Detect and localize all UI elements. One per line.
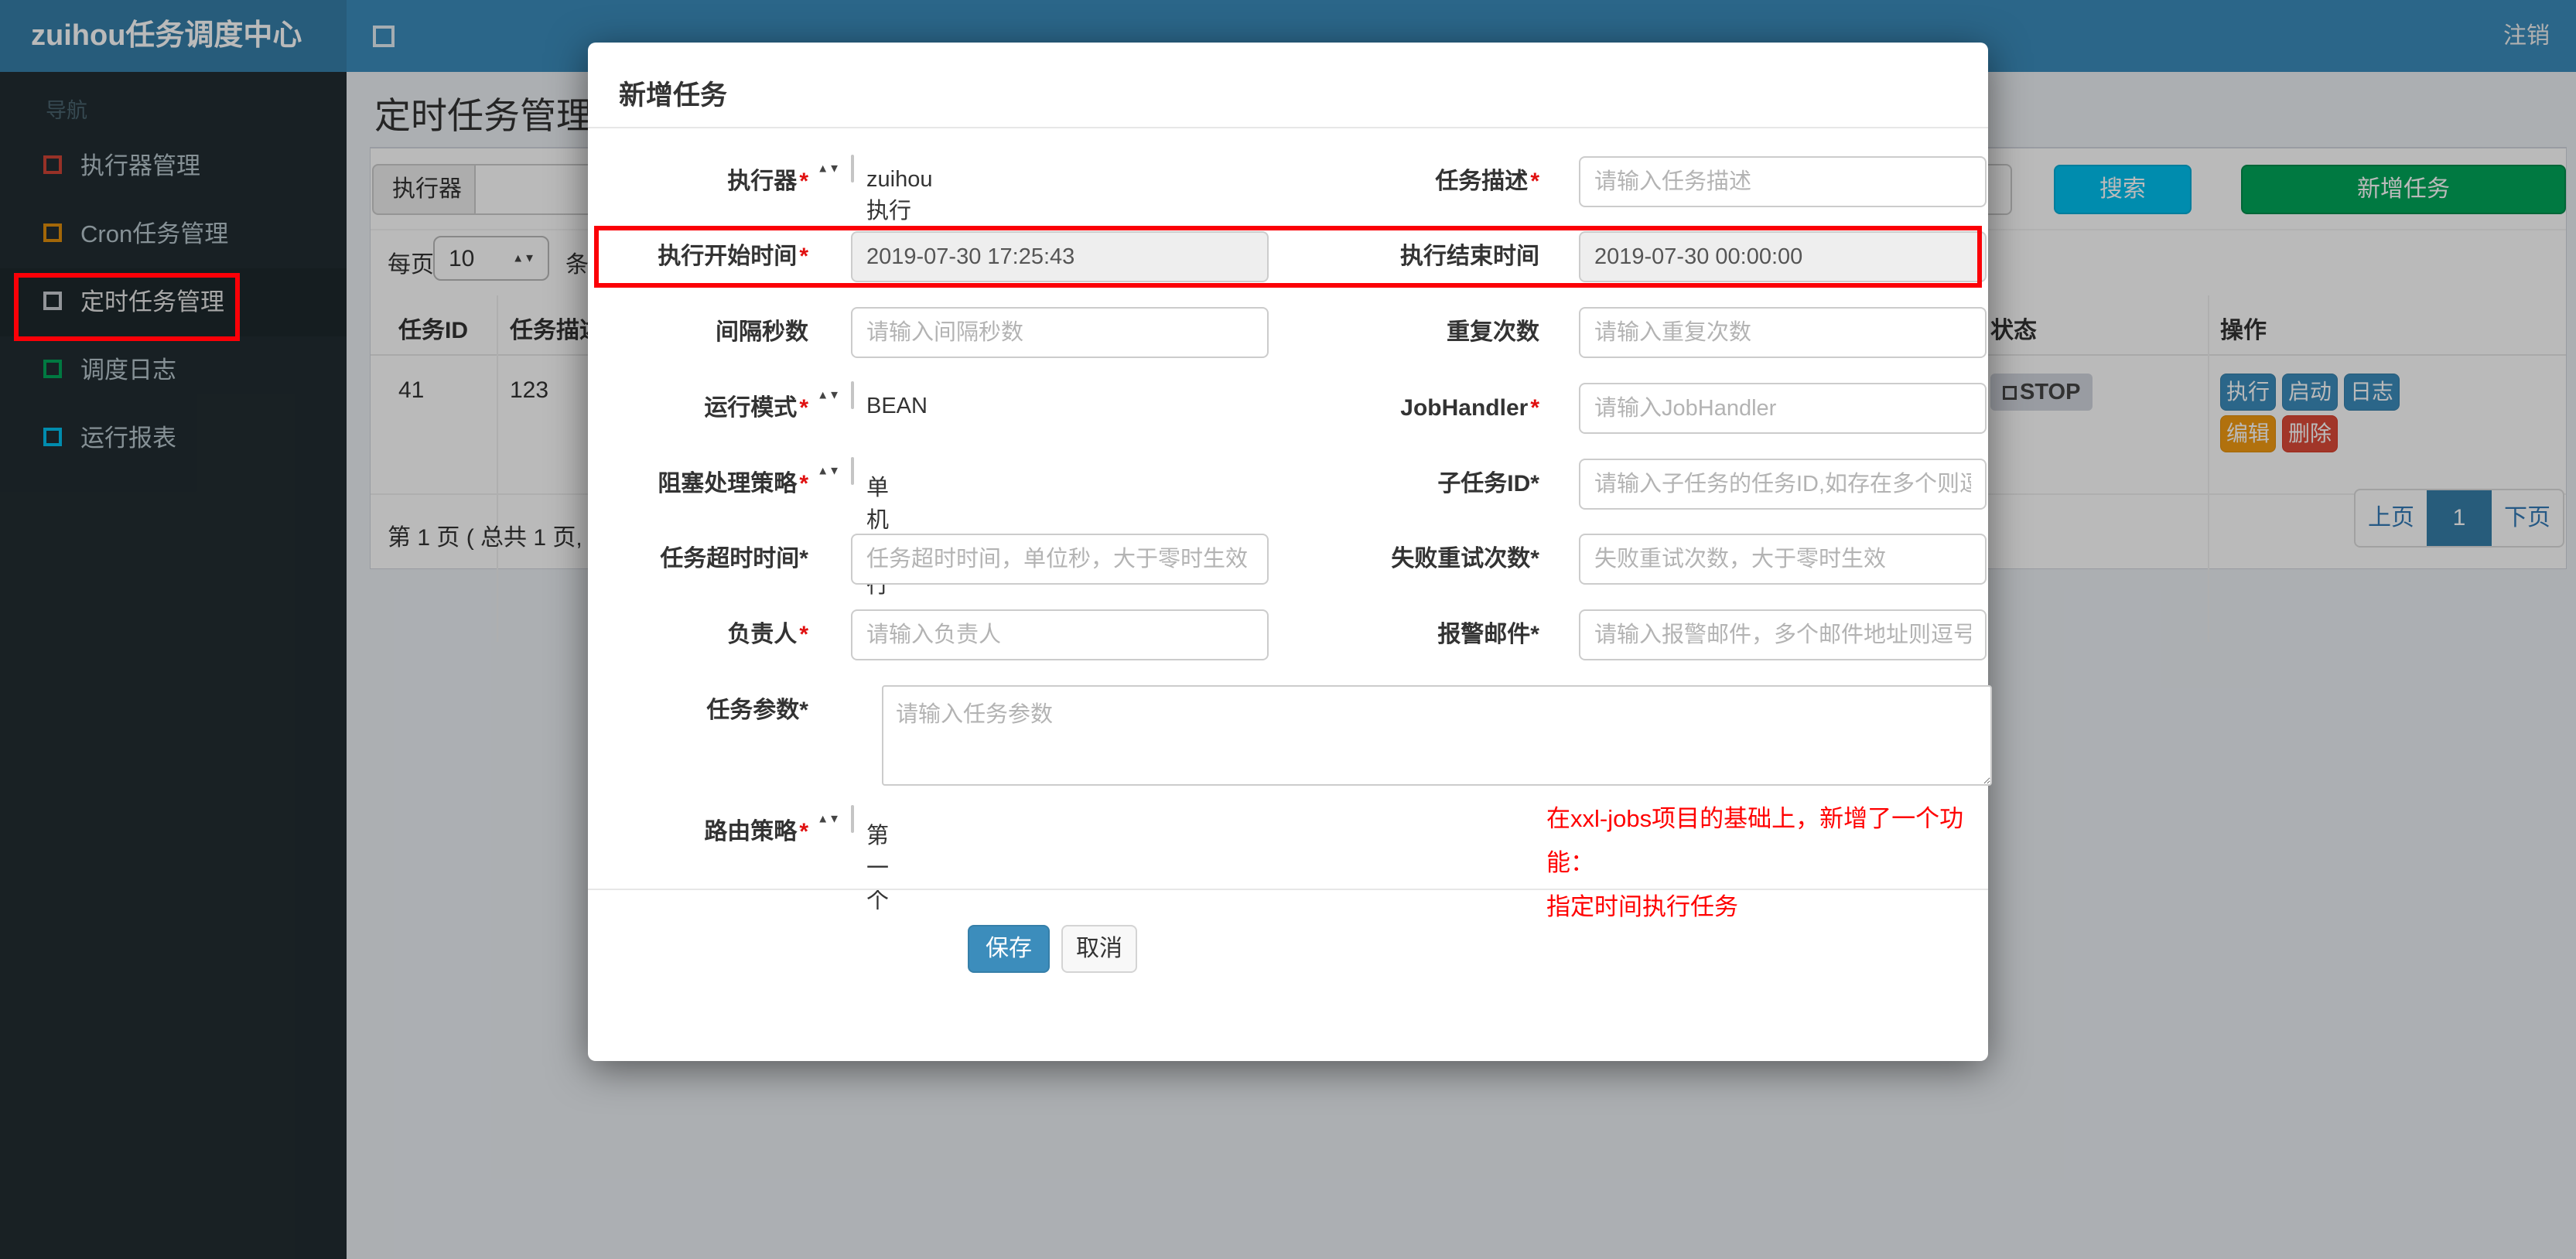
author-input[interactable]: [851, 609, 1269, 660]
repeat-count-label: 重复次数: [1447, 319, 1539, 345]
repeat-count-input[interactable]: [1579, 307, 1987, 358]
block-strategy-label: 阻塞处理策略 *: [658, 471, 808, 496]
select-arrows-icon: ▲▼: [817, 388, 840, 402]
feature-note-line1: 在xxl-jobs项目的基础上，新增了一个功能：: [1546, 805, 1964, 876]
feature-note-line2: 指定时间执行任务: [1546, 893, 1738, 920]
start-time-label: 执行开始时间 *: [658, 244, 808, 269]
fail-retry-label: 失败重试次数*: [1391, 546, 1539, 571]
interval-input[interactable]: [851, 307, 1269, 358]
save-button[interactable]: 保存: [968, 925, 1050, 973]
job-desc-label: 任务描述 *: [1435, 169, 1539, 194]
divider: [588, 127, 1988, 128]
glue-type-select[interactable]: BEAN ▲▼: [817, 381, 928, 418]
divider: [588, 889, 1988, 890]
child-job-label: 子任务ID*: [1437, 471, 1539, 496]
cancel-button[interactable]: 取消: [1061, 925, 1137, 973]
select-arrows-icon: ▲▼: [817, 812, 840, 826]
timeout-input[interactable]: [851, 534, 1269, 585]
screen: zuihou任务调度中心 注销 导航 执行器管理 Cron任务管理 定时任务管理…: [0, 0, 2576, 1259]
timeout-label: 任务超时时间*: [660, 546, 808, 571]
fail-retry-input[interactable]: [1579, 534, 1987, 585]
job-param-textarea[interactable]: [882, 685, 1992, 786]
route-select[interactable]: 第一个 ▲▼: [817, 805, 889, 913]
executor-label: 执行器 *: [727, 169, 808, 194]
add-task-modal: 新增任务 执行器* zuihou执行器 ▲▼ 任务描述* 执行开始时间* 执行结…: [588, 43, 1992, 1061]
feature-note: 在xxl-jobs项目的基础上，新增了一个功能： 指定时间执行任务: [1546, 797, 1988, 929]
job-param-label: 任务参数*: [706, 698, 808, 723]
executor-select[interactable]: zuihou执行器 ▲▼: [817, 155, 932, 256]
end-time-input[interactable]: [1579, 231, 1987, 282]
end-time-label: 执行结束时间: [1400, 244, 1539, 269]
route-select-value: 第一个: [866, 824, 890, 913]
modal-title: 新增任务: [619, 80, 728, 111]
job-handler-label: JobHandler *: [1400, 395, 1539, 421]
author-label: 负责人 *: [727, 622, 808, 647]
interval-label: 间隔秒数: [716, 319, 808, 345]
glue-type-select-value: BEAN: [866, 394, 928, 418]
start-time-input[interactable]: [851, 231, 1269, 282]
job-desc-input[interactable]: [1579, 156, 1987, 207]
route-label: 路由策略 *: [704, 819, 808, 844]
child-job-input[interactable]: [1579, 459, 1987, 510]
select-arrows-icon: ▲▼: [817, 162, 840, 176]
glue-type-label: 运行模式 *: [704, 395, 808, 421]
job-handler-input[interactable]: [1579, 383, 1987, 434]
block-strategy-select[interactable]: 单机串行 ▲▼: [817, 457, 889, 598]
select-arrows-icon: ▲▼: [817, 464, 840, 478]
alarm-email-label: 报警邮件*: [1437, 622, 1539, 647]
alarm-email-input[interactable]: [1579, 609, 1987, 660]
